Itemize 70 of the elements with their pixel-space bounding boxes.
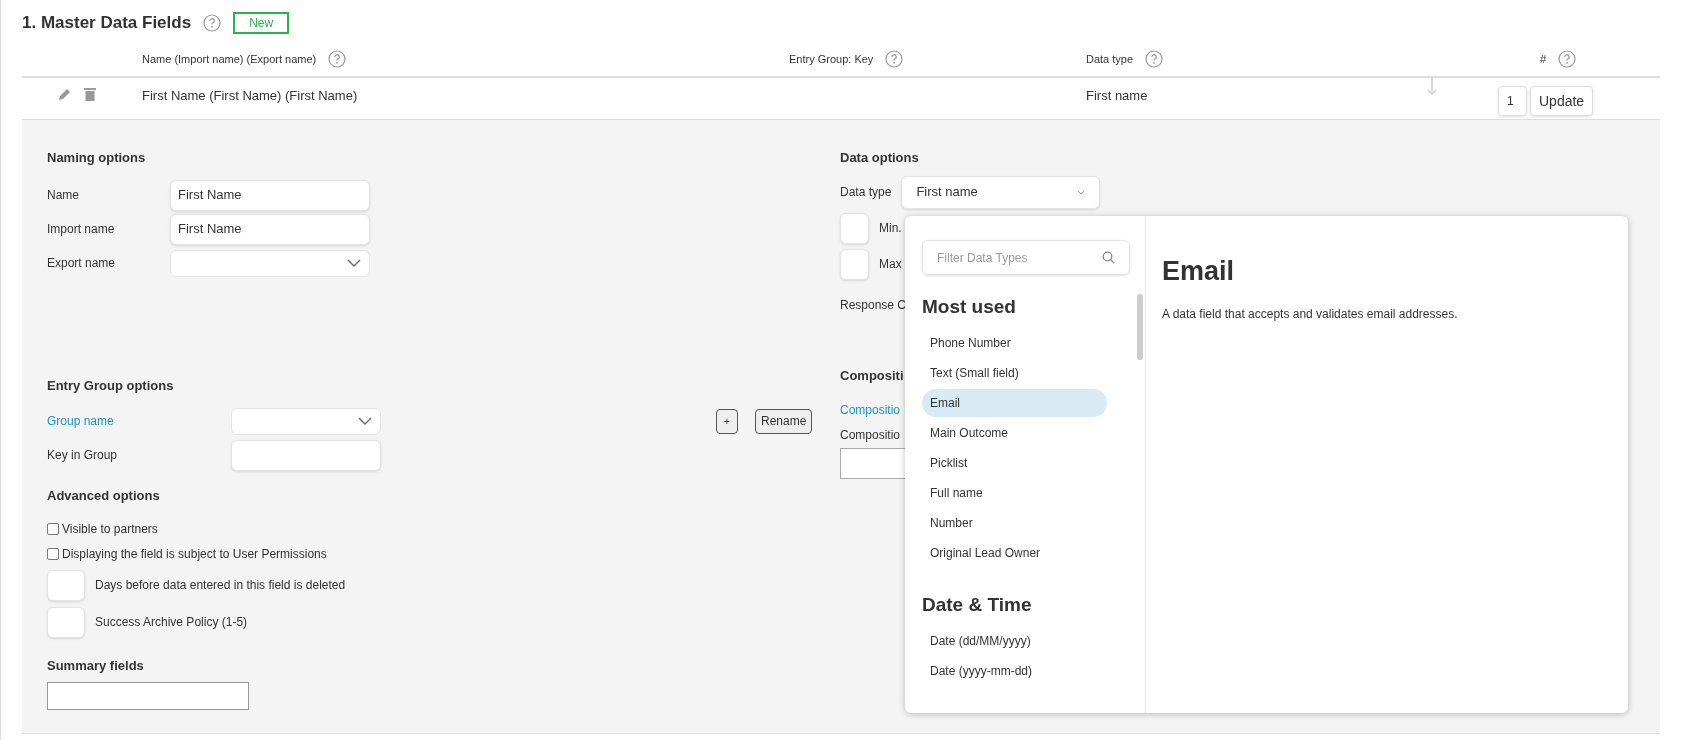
section-heading: Compositi: [840, 367, 904, 385]
down-arrow-icon: [1426, 78, 1438, 96]
data-type-option[interactable]: Picklist: [922, 449, 1107, 477]
checkbox[interactable]: [47, 547, 59, 560]
checkbox-label: Visible to partners: [62, 520, 158, 538]
section-heading: Summary fields: [47, 657, 145, 675]
data-type-option[interactable]: Email: [922, 389, 1107, 417]
field-label: Export name: [47, 255, 117, 272]
checkbox-label: Displaying the field is subject to User Permissions: [62, 545, 327, 563]
section-heading: Entry Group options: [47, 377, 175, 395]
field-label: Compositio: [840, 426, 901, 444]
section-heading: Advanced options: [47, 487, 161, 505]
column-header: Data type: [1086, 51, 1134, 67]
column-header: #: [1539, 51, 1546, 67]
help-icon[interactable]: [328, 50, 347, 68]
scrollbar-thumb[interactable]: [1137, 294, 1143, 360]
data-type-option[interactable]: Original Lead Owner: [922, 539, 1107, 567]
help-icon[interactable]: [203, 14, 222, 32]
field-label: Success Archive Policy (1-5): [95, 614, 248, 631]
field-name: First Name (First Name) (First Name): [142, 87, 359, 105]
number-field[interactable]: [47, 606, 85, 638]
data-type-option[interactable]: Date (dd/MM/yyyy): [922, 627, 1107, 655]
column-header: Name (Import name) (Export name): [142, 51, 317, 67]
field-label: Data type: [840, 184, 892, 201]
field-label: Import name: [47, 221, 116, 238]
order-field[interactable]: 1: [1498, 86, 1527, 116]
checkbox[interactable]: [47, 522, 59, 535]
pencil-icon[interactable]: [58, 87, 72, 101]
field-label: Key in Group: [47, 447, 119, 464]
number-field[interactable]: [840, 212, 869, 244]
number-field[interactable]: [840, 248, 869, 280]
section-heading: Data options: [840, 149, 919, 167]
field-label: Min.: [879, 220, 902, 237]
field-label: Max: [879, 256, 902, 273]
chevron-down-icon: [347, 259, 361, 267]
detail-title: Email: [1162, 255, 1236, 288]
chevron-down-icon: [358, 417, 372, 425]
summary-field[interactable]: [47, 682, 249, 710]
help-icon[interactable]: [885, 50, 904, 68]
trash-icon[interactable]: [84, 87, 96, 101]
data-type-option[interactable]: Main Outcome: [922, 419, 1107, 447]
column-header: Entry Group: Key: [789, 51, 874, 67]
field-label: Days before data entered in this field is deleted: [95, 577, 346, 594]
number-field[interactable]: [47, 569, 85, 601]
data-type-option[interactable]: Date (yyyy-mm-dd): [922, 657, 1107, 685]
detail-description: A data field that accepts and validates email addresses.: [1162, 306, 1458, 323]
help-icon[interactable]: [1145, 50, 1164, 68]
data-type-option[interactable]: Phone Number: [922, 329, 1107, 357]
data-type-option[interactable]: Number: [922, 509, 1107, 537]
text-field[interactable]: First Name: [170, 179, 370, 211]
field-label: Response C: [840, 297, 907, 314]
select-field[interactable]: [231, 407, 381, 435]
help-icon[interactable]: [1558, 50, 1576, 68]
section-title: 1. Master Data Fields: [22, 12, 192, 35]
text-field[interactable]: First Name: [170, 213, 370, 245]
rename-button[interactable]: Rename: [755, 408, 813, 434]
update-button[interactable]: Update: [1530, 86, 1594, 116]
field-label: Name: [47, 187, 80, 204]
data-type-option[interactable]: Text (Small field): [922, 359, 1107, 387]
chevron-down-icon: [1077, 189, 1086, 195]
group-heading: Most used: [922, 294, 1017, 319]
data-type-cell-text: First name: [1086, 87, 1149, 105]
add-button[interactable]: +: [716, 408, 738, 434]
text-field[interactable]: [231, 439, 381, 471]
data-type-select[interactable]: First name: [901, 175, 1101, 209]
group-heading: Date & Time: [922, 592, 1033, 617]
data-type-option[interactable]: Full name: [922, 479, 1107, 507]
select-field[interactable]: [170, 249, 370, 277]
section-heading: Naming options: [47, 149, 147, 167]
search-icon: [1102, 251, 1115, 264]
